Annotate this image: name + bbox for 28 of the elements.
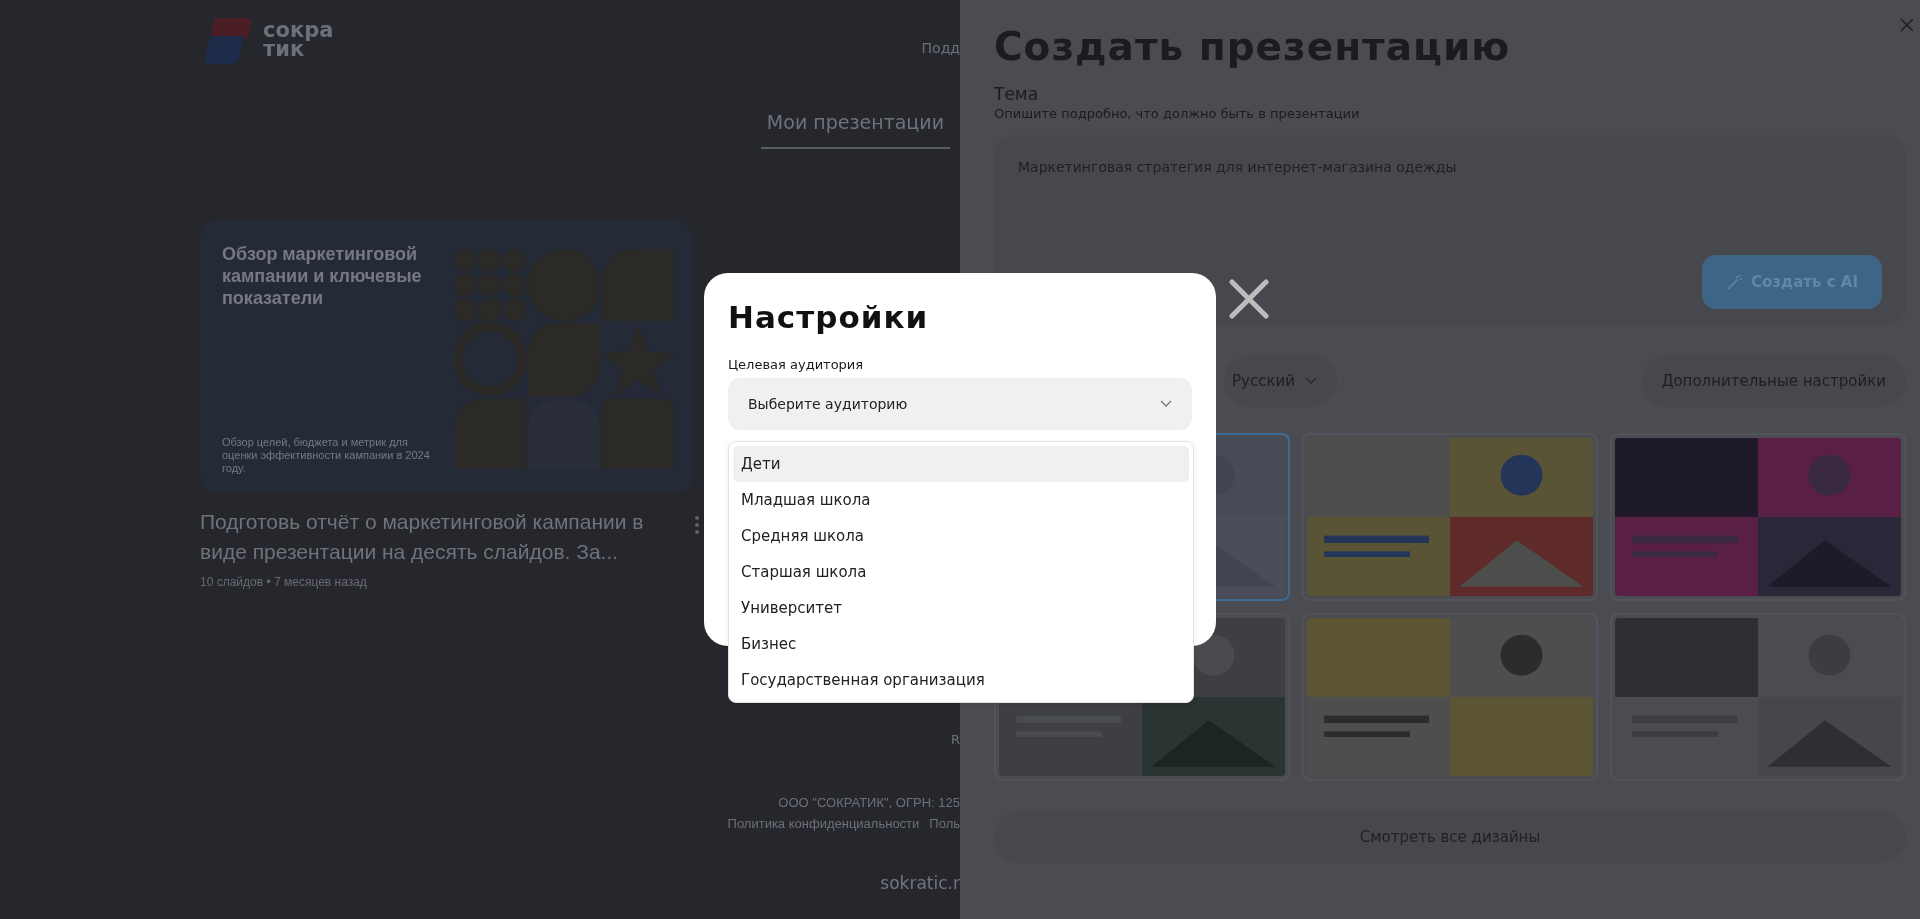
dialog-title: Настройки <box>728 298 930 337</box>
dropdown-option[interactable]: Младшая школа <box>733 482 1189 518</box>
presentation-title[interactable]: Подготовь отчёт о маркетинговой кампании в виде презентации на десять слайдов. За... <box>200 507 682 567</box>
more-icon[interactable] <box>694 515 700 535</box>
close-icon[interactable] <box>1229 279 1269 319</box>
magic-wand-icon <box>1726 273 1743 291</box>
logo-text: сокра тик <box>263 21 334 59</box>
presentation-cover[interactable]: Обзор маркетинговой кампании и ключевые показатели Обзор целей, бюджета и метрик для оценки эффективности кампании в 2024 году. <box>200 221 692 493</box>
chevron-down-icon <box>1305 377 1317 385</box>
dropdown-option[interactable]: Бизнес <box>733 626 1189 662</box>
company-info: ООО "СОКРАТИК", ОГРН: 125 <box>778 795 960 810</box>
footer-link[interactable]: Политика конфиденциальности <box>727 816 920 831</box>
audience-select[interactable]: Выберите аудиторию <box>728 378 1192 430</box>
cover-title: Обзор маркетинговой кампании и ключевые показатели <box>222 243 423 309</box>
field-label: Целевая аудитория <box>728 357 865 372</box>
dropdown-option[interactable]: Университет <box>733 590 1189 626</box>
site-link[interactable]: sokratic.r <box>880 873 960 893</box>
dropdown-option[interactable]: Дети <box>733 446 1189 482</box>
tab[interactable]: Мои презентации <box>760 110 950 149</box>
chevron-down-icon <box>1160 400 1172 408</box>
cover-description: Обзор целей, бюджета и метрик для оценки эффективности кампании в 2024 году. <box>222 436 431 475</box>
dropdown-option[interactable]: Средняя школа <box>733 518 1189 554</box>
dropdown-option[interactable]: Государственная организация <box>733 662 1189 698</box>
footer-text: R <box>950 732 960 747</box>
footer-link[interactable]: Поль <box>929 816 960 831</box>
nav-link[interactable]: Подд <box>921 40 960 56</box>
dropdown-option[interactable]: Старшая школа <box>733 554 1189 590</box>
presentation-meta: 10 слайдов • 7 месяцев назад <box>200 575 367 589</box>
